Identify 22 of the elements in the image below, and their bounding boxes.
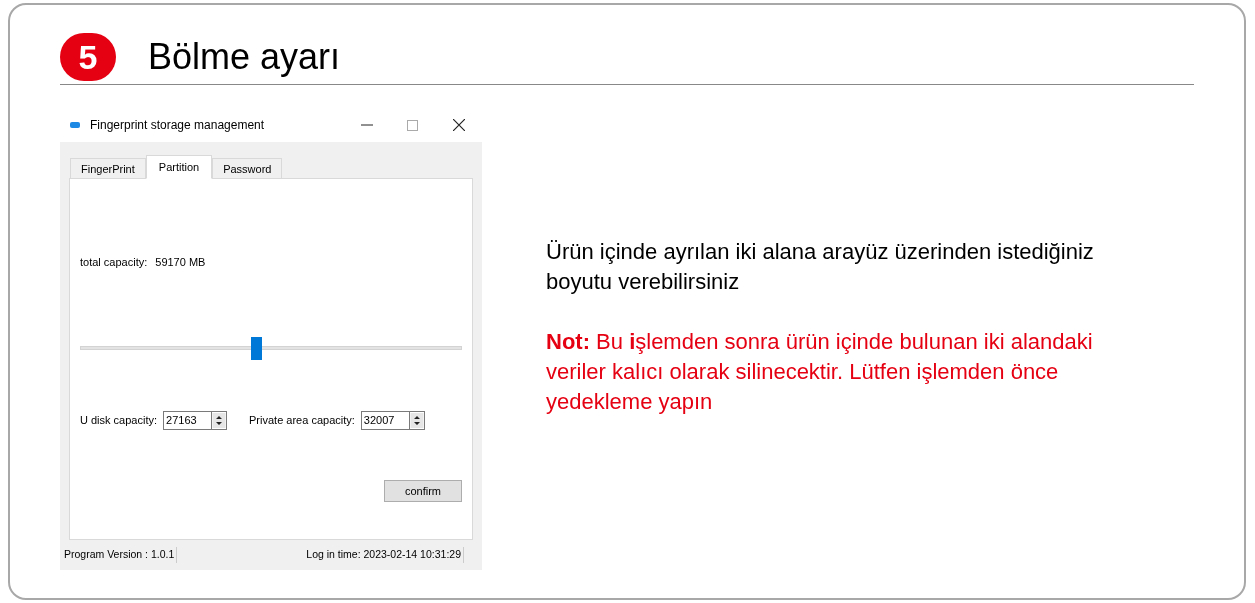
confirm-button[interactable]: confirm <box>384 479 462 502</box>
program-version: Program Version : 1.0.1 <box>64 547 178 563</box>
warning-note: Not: Bu işlemden sonra ürün içinde bulunan iki alandaki veriler kalıcı olarak silinecektir. Lütfen işlemden önce yedekleme yapın <box>546 328 1094 416</box>
tab[interactable]: Password <box>212 158 283 180</box>
field-label: Private area capacity: <box>249 413 355 429</box>
slider-thumb[interactable] <box>250 336 262 360</box>
description-text: Ürün içinde ayrılan iki alana arayüz üzerinden istediğiniz boyutu verebilirsiniz <box>546 238 1095 296</box>
maximize-icon[interactable] <box>407 119 418 131</box>
tab[interactable]: FingerPrint <box>70 158 146 180</box>
spin-box-field[interactable]: 27163 <box>163 410 212 430</box>
spin-arrows-icon[interactable] <box>408 410 425 430</box>
step-title: Bölme ayarı <box>148 35 341 79</box>
spin-box-field[interactable]: 32007 <box>360 410 409 430</box>
tab[interactable]: Partition <box>145 155 213 180</box>
login-time: Log in time: 2023-02-14 10:31:29 <box>306 547 464 563</box>
app-icon <box>70 122 80 129</box>
window-title: Fingerprint storage management <box>90 117 266 135</box>
close-icon[interactable] <box>453 119 465 132</box>
total-capacity-value: 59170 MB <box>155 255 206 271</box>
spin-arrows-icon[interactable] <box>211 410 228 430</box>
total-capacity-label: total capacity: <box>80 255 148 271</box>
field-label: U disk capacity: <box>80 413 158 429</box>
